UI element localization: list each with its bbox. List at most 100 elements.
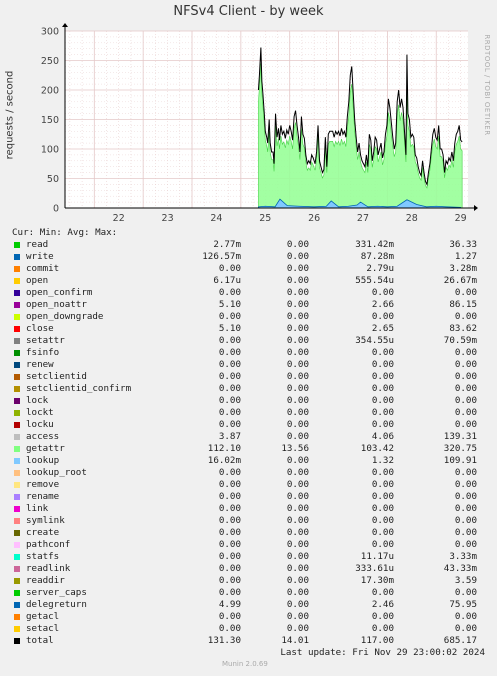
legend-max-value: 0.00 <box>454 371 477 382</box>
legend-row-close: close 5.10 0.00 2.65 83.62 <box>12 323 487 335</box>
legend-row-open: open 6.17u 0.00 555.54u 26.67m <box>12 275 487 287</box>
legend-row-renew: renew 0.00 0.00 0.00 0.00 <box>12 359 487 371</box>
legend-swatch <box>14 350 20 356</box>
legend-min-value: 0.00 <box>286 335 309 346</box>
legend-min-value: 0.00 <box>286 311 309 322</box>
legend-series-name: pathconf <box>26 539 71 550</box>
legend-avg-value: 17.30m <box>360 575 394 586</box>
legend-max-value: 83.62 <box>449 323 477 334</box>
legend-swatch <box>14 554 20 560</box>
legend-min-value: 0.00 <box>286 239 309 250</box>
legend-avg-value: 103.42 <box>360 443 394 454</box>
legend-cur-value: 5.10 <box>218 299 241 310</box>
legend-series-name: commit <box>26 263 60 274</box>
legend-min-value: 14.01 <box>281 635 309 646</box>
legend-max-value: 0.00 <box>454 503 477 514</box>
legend-min-value: 0.00 <box>286 407 309 418</box>
legend-cur-value: 0.00 <box>218 287 241 298</box>
legend-avg-value: 2.79u <box>366 263 394 274</box>
legend-series-name: lock <box>26 395 49 406</box>
legend-cur-value: 0.00 <box>218 467 241 478</box>
legend-cur-value: 0.00 <box>218 347 241 358</box>
legend-avg-value: 0.00 <box>371 347 394 358</box>
y-tick-label: 100 <box>41 145 59 156</box>
legend-series-name: remove <box>26 479 60 490</box>
legend-max-value: 139.31 <box>443 431 477 442</box>
legend-min-value: 0.00 <box>286 455 309 466</box>
legend-swatch <box>14 542 20 548</box>
legend-max-value: 0.00 <box>454 527 477 538</box>
legend-max-value: 75.95 <box>449 599 477 610</box>
legend-series-name: renew <box>26 359 54 370</box>
legend-swatch <box>14 242 20 248</box>
legend-avg-value: 333.61u <box>355 563 394 574</box>
legend-min-value: 0.00 <box>286 575 309 586</box>
legend-header-avg: Avg: <box>67 227 90 238</box>
legend-min-value: 0.00 <box>286 395 309 406</box>
x-tick-label: 25 <box>259 213 271 224</box>
legend-swatch <box>14 626 20 632</box>
legend-swatch <box>14 422 20 428</box>
legend-row-rename: rename 0.00 0.00 0.00 0.00 <box>12 491 487 503</box>
legend-cur-value: 16.02m <box>207 455 241 466</box>
legend-row-open-confirm: open_confirm 0.00 0.00 0.00 0.00 <box>12 287 487 299</box>
chart-canvas: 0 50 100 150 200 250 300 22 23 24 25 26 27 28 29 <box>41 23 478 224</box>
legend-max-value: 70.59m <box>443 335 477 346</box>
x-tick-label: 26 <box>308 213 320 224</box>
legend-series-name: open_confirm <box>26 287 93 298</box>
legend-row-remove: remove 0.00 0.00 0.00 0.00 <box>12 479 487 491</box>
legend-row-getacl: getacl 0.00 0.00 0.00 0.00 <box>12 611 487 623</box>
legend-swatch <box>14 374 20 380</box>
legend-max-value: 0.00 <box>454 395 477 406</box>
legend-cur-value: 0.00 <box>218 311 241 322</box>
legend-cur-value: 0.00 <box>218 539 241 550</box>
legend-avg-value: 4.06 <box>371 431 394 442</box>
x-tick-label: 24 <box>210 213 222 224</box>
legend-row-total: total 131.30 14.01 117.00 685.17 <box>12 635 487 647</box>
legend-row-access: access 3.87 0.00 4.06 139.31 <box>12 431 487 443</box>
legend-swatch <box>14 278 20 284</box>
legend-table: Cur: Min: Avg: Max: read 2.77m 0.00 331.42m… <box>12 227 487 647</box>
legend-cur-value: 2.77m <box>213 239 241 250</box>
legend-min-value: 0.00 <box>286 299 309 310</box>
legend-row-create: create 0.00 0.00 0.00 0.00 <box>12 527 487 539</box>
legend-swatch <box>14 434 20 440</box>
legend-cur-value: 0.00 <box>218 479 241 490</box>
legend-cur-value: 0.00 <box>218 515 241 526</box>
legend-swatch <box>14 494 20 500</box>
legend-series-name: rename <box>26 491 60 502</box>
legend-swatch <box>14 326 20 332</box>
legend-avg-value: 87.28m <box>360 251 394 262</box>
legend-row-commit: commit 0.00 0.00 2.79u 3.28m <box>12 263 487 275</box>
legend-row-setattr: setattr 0.00 0.00 354.55u 70.59m <box>12 335 487 347</box>
legend-avg-value: 117.00 <box>360 635 394 646</box>
legend-max-value: 0.00 <box>454 347 477 358</box>
legend-min-value: 0.00 <box>286 359 309 370</box>
legend-min-value: 0.00 <box>286 539 309 550</box>
legend-row-lock: lock 0.00 0.00 0.00 0.00 <box>12 395 487 407</box>
legend-header-cur: Cur: <box>12 227 35 238</box>
legend-series-name: server_caps <box>26 587 87 598</box>
legend-max-value: 0.00 <box>454 407 477 418</box>
legend-row-getattr: getattr 112.10 13.56 103.42 320.75 <box>12 443 487 455</box>
legend-row-setacl: setacl 0.00 0.00 0.00 0.00 <box>12 623 487 635</box>
legend-swatch <box>14 386 20 392</box>
legend-swatch <box>14 266 20 272</box>
legend-max-value: 26.67m <box>443 275 477 286</box>
legend-avg-value: 0.00 <box>371 479 394 490</box>
legend-avg-value: 0.00 <box>371 587 394 598</box>
legend-cur-value: 0.00 <box>218 491 241 502</box>
legend-swatch <box>14 614 20 620</box>
legend-series-name: open_noattr <box>26 299 87 310</box>
legend-series-name: read <box>26 239 49 250</box>
legend-swatch <box>14 446 20 452</box>
legend-avg-value: 0.00 <box>371 287 394 298</box>
legend-max-value: 0.00 <box>454 287 477 298</box>
legend-max-value: 0.00 <box>454 479 477 490</box>
legend-swatch <box>14 566 20 572</box>
legend-avg-value: 0.00 <box>371 419 394 430</box>
legend-cur-value: 0.00 <box>218 335 241 346</box>
legend-min-value: 13.56 <box>281 443 309 454</box>
legend-min-value: 0.00 <box>286 599 309 610</box>
legend-max-value: 0.00 <box>454 587 477 598</box>
